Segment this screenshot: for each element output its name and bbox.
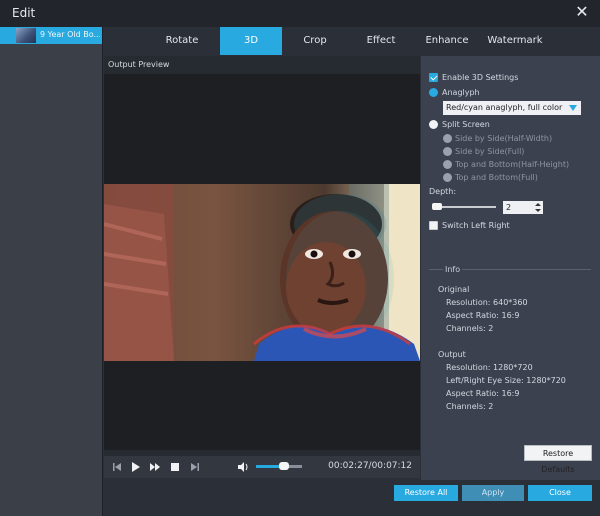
depth-value: 2 [506, 203, 512, 212]
split-option-radio[interactable] [443, 134, 452, 143]
output-channels: Channels: 2 [446, 402, 494, 411]
enable-3d-checkbox[interactable] [429, 73, 438, 82]
anaglyph-video-image [104, 184, 420, 361]
volume-slider[interactable] [256, 462, 302, 470]
split-screen-radio[interactable] [429, 120, 438, 129]
original-aspect-ratio: Aspect Ratio: 16:9 [446, 311, 520, 320]
window-title: Edit [12, 6, 36, 20]
tab-3d[interactable]: 3D [220, 27, 282, 55]
output-preview-panel: Output Preview [104, 56, 420, 468]
output-eye-size: Left/Right Eye Size: 1280*720 [446, 376, 566, 385]
file-list-sidebar: 9 Year Old Bo... [0, 27, 103, 516]
file-list-item[interactable]: 9 Year Old Bo... [0, 27, 102, 44]
edit-tabs: Rotate 3D Crop Effect Enhance Watermark [104, 27, 600, 55]
close-icon[interactable]: ✕ [574, 3, 590, 21]
original-label: Original [438, 285, 470, 294]
apply-button[interactable]: Apply [462, 485, 524, 501]
info-title: Info [443, 265, 463, 274]
volume-handle[interactable] [278, 462, 289, 470]
restore-all-button[interactable]: Restore All [394, 485, 458, 501]
stop-icon[interactable] [168, 460, 182, 474]
output-resolution: Resolution: 1280*720 [446, 363, 533, 372]
spin-up-icon[interactable] [535, 203, 541, 206]
chevron-down-icon [569, 105, 577, 111]
skip-forward-icon[interactable] [188, 460, 202, 474]
tab-effect[interactable]: Effect [348, 27, 414, 55]
output-label: Output [438, 350, 466, 359]
split-option-label: Top and Bottom(Full) [455, 173, 538, 182]
preview-label: Output Preview [108, 60, 170, 69]
tab-enhance[interactable]: Enhance [414, 27, 480, 55]
depth-slider[interactable] [432, 203, 496, 210]
depth-handle[interactable] [432, 203, 442, 210]
anaglyph-mode-select[interactable]: Red/cyan anaglyph, full color [443, 101, 581, 115]
split-option-label: Side by Side(Half-Width) [455, 134, 553, 143]
tab-watermark[interactable]: Watermark [480, 27, 550, 55]
split-screen-label: Split Screen [442, 120, 490, 129]
skip-back-icon[interactable] [110, 460, 124, 474]
spin-down-icon[interactable] [535, 209, 541, 212]
restore-defaults-button[interactable]: Restore Defaults [524, 445, 592, 474]
preview-area [104, 74, 420, 468]
3d-settings-panel: Enable 3D Settings Anaglyph Red/cyan ana… [421, 56, 600, 480]
split-option-label: Side by Side(Full) [455, 147, 525, 156]
original-resolution: Resolution: 640*360 [446, 298, 528, 307]
split-option-label: Top and Bottom(Half-Height) [455, 160, 570, 169]
tab-rotate[interactable]: Rotate [144, 27, 220, 55]
split-option-radio[interactable] [443, 160, 452, 169]
split-option-radio[interactable] [443, 147, 452, 156]
depth-label: Depth: [429, 187, 457, 196]
close-button[interactable]: Close [528, 485, 592, 501]
anaglyph-mode-value: Red/cyan anaglyph, full color [446, 103, 563, 112]
playback-time: 00:02:27/00:07:12 [328, 461, 412, 471]
bottom-action-bar: Restore All Apply Close [104, 480, 600, 516]
enable-3d-label: Enable 3D Settings [442, 73, 519, 82]
switch-left-right-label: Switch Left Right [442, 221, 510, 230]
split-option-radio[interactable] [443, 173, 452, 182]
tab-crop[interactable]: Crop [282, 27, 348, 55]
video-thumbnail [16, 28, 36, 43]
player-controls: 00:02:27/00:07:12 [104, 456, 420, 478]
file-name: 9 Year Old Bo... [40, 30, 100, 39]
video-frame [104, 184, 420, 361]
title-bar: Edit ✕ [0, 0, 600, 27]
anaglyph-label: Anaglyph [442, 88, 480, 97]
volume-icon[interactable] [236, 460, 250, 474]
original-channels: Channels: 2 [446, 324, 494, 333]
anaglyph-radio[interactable] [429, 88, 438, 97]
switch-left-right-checkbox[interactable] [429, 221, 438, 230]
depth-spinbox[interactable]: 2 [503, 201, 543, 214]
play-icon[interactable] [128, 460, 142, 474]
fast-forward-icon[interactable] [148, 460, 162, 474]
output-aspect-ratio: Aspect Ratio: 16:9 [446, 389, 520, 398]
